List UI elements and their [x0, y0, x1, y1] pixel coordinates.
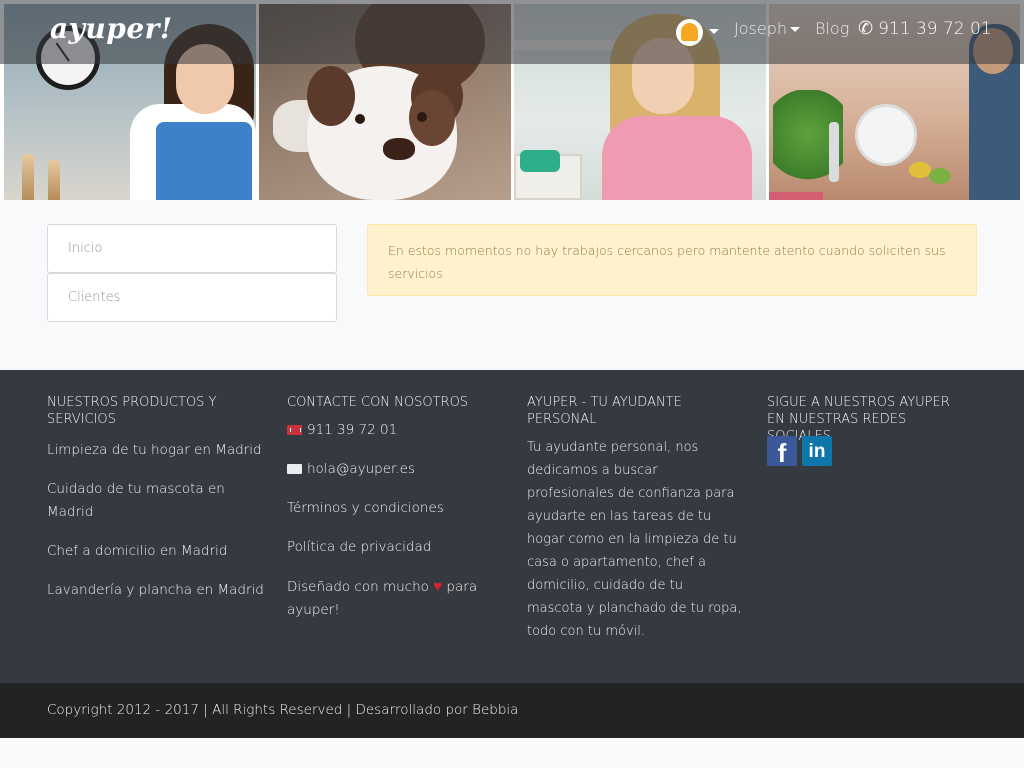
chevron-down-icon[interactable] [790, 27, 800, 32]
user-menu[interactable]: Joseph [734, 19, 787, 38]
sidebar-item-clientes[interactable]: Clientes [47, 273, 337, 322]
copyright-bar: Copyright 2012 - 2017 | All Rights Reser… [0, 683, 1024, 738]
sidebar-item-label: Clientes [68, 290, 121, 305]
footer-heading: Sigue a nuestros ayuper en nuestras rede… [767, 395, 950, 444]
designed-credit: Diseñado con mucho ♥ para ayuper! [287, 577, 478, 618]
notifications-avatar[interactable] [676, 19, 703, 46]
footer-heading: Nuestros productos y servicios [47, 395, 217, 427]
terms-link[interactable]: Términos y condiciones [287, 497, 444, 520]
footer-heading: Contacte con nosotros [287, 395, 469, 410]
bank-icon [287, 425, 302, 435]
footer-about-column: Ayuper - Tu ayudante personal Tu ayudant… [527, 394, 747, 643]
footer-email-link[interactable]: hola@ayuper.es [287, 458, 415, 481]
linkedin-icon[interactable]: in [802, 436, 832, 466]
privacy-link[interactable]: Política de privacidad [287, 536, 431, 559]
phone-icon: ✆ [858, 18, 874, 39]
footer-link-chef[interactable]: Chef a domicilio en Madrid [47, 540, 267, 563]
alert-message: En estos momentos no hay trabajos cercan… [388, 243, 946, 281]
footer-link-cleaning[interactable]: Limpieza de tu hogar en Madrid [47, 439, 267, 462]
brand-logo[interactable]: ayuper! [50, 12, 173, 45]
footer-link-pet-care[interactable]: Cuidado de tu mascota en Madrid [47, 478, 237, 524]
top-navbar: ayuper! Joseph Blog ✆ 911 39 72 01 [0, 0, 1024, 64]
footer-phone: 911 39 72 01 [307, 422, 398, 438]
phone-link[interactable]: ✆ 911 39 72 01 [858, 18, 992, 39]
footer-email: hola@ayuper.es [307, 461, 415, 477]
footer-phone-link[interactable]: 911 39 72 01 [287, 419, 397, 442]
copyright-text: Copyright 2012 - 2017 | All Rights Reser… [47, 702, 519, 718]
heart-icon: ♥ [433, 577, 443, 595]
about-description: Tu ayudante personal, nos dedicamos a bu… [527, 440, 742, 639]
phone-number: 911 39 72 01 [878, 19, 992, 39]
sidebar-item-inicio[interactable]: Inicio [47, 224, 337, 273]
sidebar-item-label: Inicio [68, 241, 103, 256]
facebook-icon[interactable]: f [767, 436, 797, 468]
footer-link-laundry[interactable]: Lavandería y plancha en Madrid [47, 579, 267, 602]
footer-products-column: Nuestros productos y servicios Limpieza … [47, 394, 267, 602]
bell-icon [681, 23, 698, 41]
footer: Nuestros productos y servicios Limpieza … [0, 370, 1024, 683]
mail-icon [287, 464, 302, 474]
blog-link[interactable]: Blog [815, 19, 849, 38]
chevron-down-icon[interactable] [709, 29, 719, 34]
no-jobs-alert: En estos momentos no hay trabajos cercan… [367, 224, 977, 296]
footer-social-column: Sigue a nuestros ayuper en nuestras rede… [767, 394, 987, 484]
footer-heading: Ayuper - Tu ayudante personal [527, 395, 682, 427]
footer-contact-column: Contacte con nosotros 911 39 72 01 hola@… [287, 394, 507, 654]
